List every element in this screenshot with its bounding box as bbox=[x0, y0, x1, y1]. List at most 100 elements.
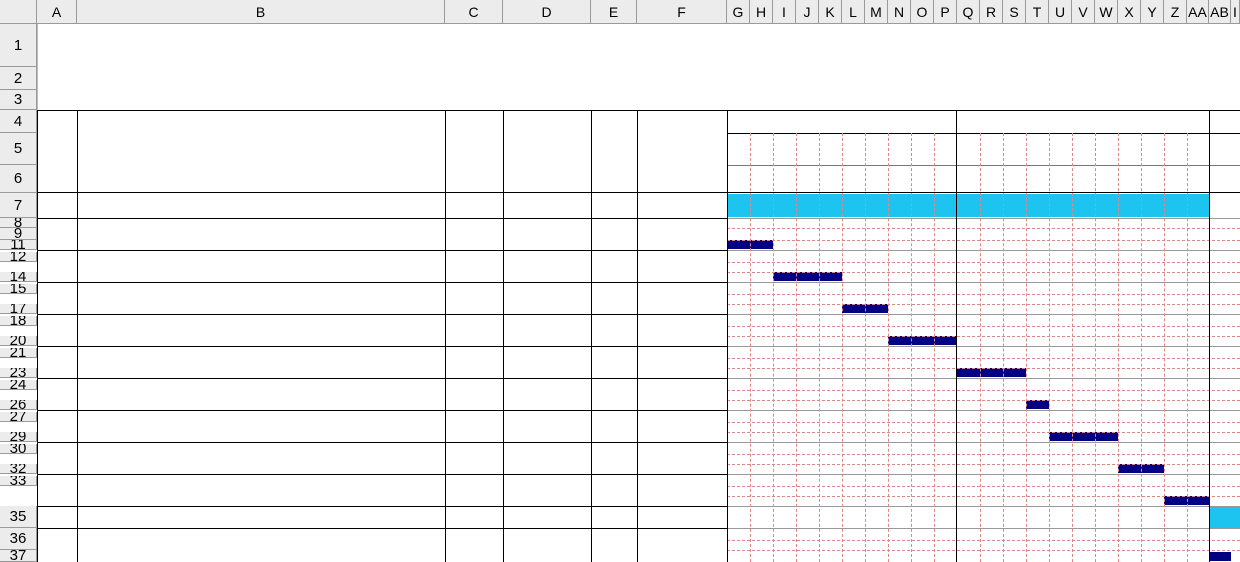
row-header-26[interactable]: 26 bbox=[0, 400, 37, 410]
task-name bbox=[77, 378, 445, 410]
start-date bbox=[503, 314, 591, 346]
row-header-23[interactable]: 23 bbox=[0, 368, 37, 378]
column-header-n[interactable]: N bbox=[888, 0, 911, 24]
section-title bbox=[77, 193, 445, 218]
column-header-w[interactable]: W bbox=[1095, 0, 1118, 24]
gantt-bar-label bbox=[934, 323, 957, 336]
row-header-33[interactable]: 33 bbox=[0, 476, 37, 486]
column-header-i[interactable]: I bbox=[1231, 0, 1240, 24]
workers-count bbox=[445, 346, 503, 378]
duration-days bbox=[591, 282, 637, 314]
column-header-a[interactable]: A bbox=[37, 0, 77, 24]
row-header-1[interactable]: 1 bbox=[0, 24, 37, 67]
end-date bbox=[637, 506, 727, 528]
row-header-12[interactable]: 12 bbox=[0, 252, 37, 262]
grid-line bbox=[727, 133, 1240, 134]
column-header-i[interactable]: I bbox=[773, 0, 796, 24]
row-header-6[interactable]: 6 bbox=[0, 165, 37, 193]
row-header-8[interactable]: 8 bbox=[0, 218, 37, 228]
column-header-p[interactable]: P bbox=[934, 0, 957, 24]
grid-line bbox=[727, 165, 1240, 166]
row-header-18[interactable]: 18 bbox=[0, 316, 37, 326]
grid-line bbox=[727, 400, 1240, 401]
workers-count bbox=[445, 474, 503, 506]
row-header-7[interactable]: 7 bbox=[0, 193, 37, 218]
row-header-15[interactable]: 15 bbox=[0, 284, 37, 294]
row-header-9[interactable]: 9 bbox=[0, 228, 37, 240]
end-date bbox=[637, 193, 727, 218]
column-header-q[interactable]: Q bbox=[957, 0, 980, 24]
row-header-4[interactable]: 4 bbox=[0, 110, 37, 133]
column-header-j[interactable]: J bbox=[796, 0, 819, 24]
row-header-37[interactable]: 37 bbox=[0, 550, 37, 562]
row-number bbox=[37, 528, 77, 562]
column-header-y[interactable]: Y bbox=[1141, 0, 1164, 24]
row-header-30[interactable]: 30 bbox=[0, 444, 37, 454]
column-header-t[interactable]: T bbox=[1026, 0, 1049, 24]
grid-line bbox=[727, 336, 1240, 337]
grid-line bbox=[727, 346, 1240, 347]
row-header-3[interactable]: 3 bbox=[0, 90, 37, 110]
column-header-ab[interactable]: AB bbox=[1209, 0, 1231, 24]
gantt-bar-label bbox=[773, 259, 796, 272]
column-header-d[interactable]: D bbox=[503, 0, 591, 24]
column-header-e[interactable]: E bbox=[591, 0, 637, 24]
gantt-bar bbox=[1049, 432, 1118, 441]
column-header-v[interactable]: V bbox=[1072, 0, 1095, 24]
start-date bbox=[503, 378, 591, 410]
header-stt bbox=[37, 110, 77, 193]
row-header-21[interactable]: 21 bbox=[0, 348, 37, 358]
start-date bbox=[503, 528, 591, 562]
gantt-bar-label bbox=[1187, 483, 1209, 496]
row-number bbox=[37, 410, 77, 442]
header-task bbox=[77, 110, 445, 193]
duration-days bbox=[591, 442, 637, 474]
summary-bar-phan-mong bbox=[727, 194, 1209, 217]
column-header-h[interactable]: H bbox=[750, 0, 773, 24]
column-header-g[interactable]: G bbox=[727, 0, 750, 24]
grid-line bbox=[727, 218, 1240, 219]
row-header-32[interactable]: 32 bbox=[0, 464, 37, 474]
column-header-b[interactable]: B bbox=[77, 0, 445, 24]
column-header-aa[interactable]: AA bbox=[1187, 0, 1209, 24]
section-number bbox=[37, 193, 77, 218]
column-header-u[interactable]: U bbox=[1049, 0, 1072, 24]
task-name bbox=[77, 314, 445, 346]
select-all-corner[interactable] bbox=[0, 0, 37, 24]
row-header-5[interactable]: 5 bbox=[0, 133, 37, 165]
gantt-bar-label bbox=[796, 259, 819, 272]
column-header-z[interactable]: Z bbox=[1164, 0, 1187, 24]
row-header-20[interactable]: 20 bbox=[0, 336, 37, 346]
column-header-l[interactable]: L bbox=[842, 0, 865, 24]
spreadsheet: A B C D E F G H I J K L M N O P Q R S T U V W X Y Z AA AB I 1 2 3 4 5 6 7 8 9… bbox=[0, 0, 1240, 562]
gantt-bar bbox=[773, 272, 842, 281]
row-header-29[interactable]: 29 bbox=[0, 432, 37, 442]
row-header-14[interactable]: 14 bbox=[0, 272, 37, 282]
column-header-s[interactable]: S bbox=[1003, 0, 1026, 24]
workers-count bbox=[445, 442, 503, 474]
duration-days bbox=[591, 378, 637, 410]
row-header-24[interactable]: 24 bbox=[0, 380, 37, 390]
row-header-11[interactable]: 11 bbox=[0, 240, 37, 250]
column-header-f[interactable]: F bbox=[637, 0, 727, 24]
grid-line bbox=[727, 326, 1240, 327]
column-header-m[interactable]: M bbox=[865, 0, 888, 24]
row-header-17[interactable]: 17 bbox=[0, 304, 37, 314]
row-header-35[interactable]: 35 bbox=[0, 506, 37, 528]
column-header-x[interactable]: X bbox=[1118, 0, 1141, 24]
column-header-o[interactable]: O bbox=[911, 0, 934, 24]
column-header-c[interactable]: C bbox=[445, 0, 503, 24]
duration-days bbox=[591, 314, 637, 346]
row-header-2[interactable]: 2 bbox=[0, 67, 37, 90]
column-header-r[interactable]: R bbox=[980, 0, 1003, 24]
start-date bbox=[503, 250, 591, 282]
row-header-36[interactable]: 36 bbox=[0, 528, 37, 550]
gantt-bar-label bbox=[1209, 539, 1231, 552]
grid-line bbox=[727, 282, 1240, 283]
gantt-bar-label bbox=[1118, 451, 1141, 464]
row-header-27[interactable]: 27 bbox=[0, 412, 37, 422]
workers-count bbox=[445, 378, 503, 410]
workers-count bbox=[445, 282, 503, 314]
gantt-bar-label bbox=[1026, 387, 1049, 400]
column-header-k[interactable]: K bbox=[819, 0, 842, 24]
